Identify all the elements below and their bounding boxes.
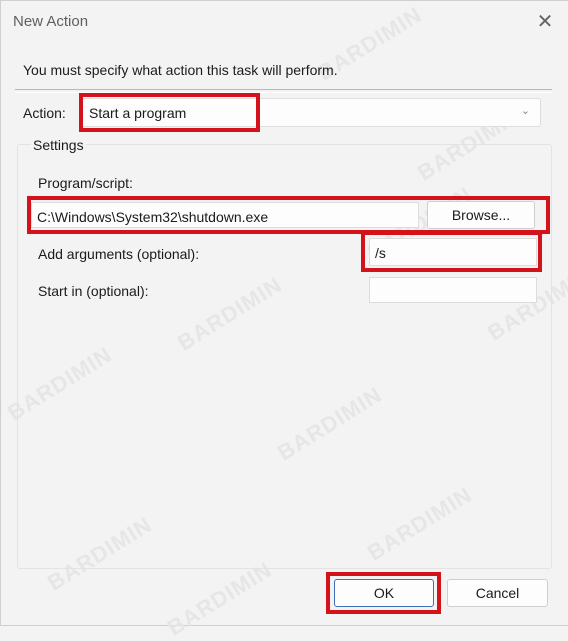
arguments-value: /s	[375, 245, 386, 261]
watermark: BARDIMIN	[163, 556, 277, 641]
ok-button[interactable]: OK	[334, 579, 434, 607]
program-script-value: C:\Windows\System32\shutdown.exe	[37, 209, 269, 225]
program-script-input[interactable]: C:\Windows\System32\shutdown.exe	[31, 202, 419, 228]
program-script-label: Program/script:	[38, 175, 133, 191]
action-dropdown-value: Start a program	[89, 105, 187, 121]
arguments-label: Add arguments (optional):	[38, 246, 200, 262]
title-bar: New Action ✕	[1, 1, 568, 43]
separator	[15, 89, 552, 93]
new-action-dialog: New Action ✕ BARDIMIN BARDIMIN BARDIMIN …	[0, 0, 568, 640]
chevron-down-icon: ⌄	[520, 105, 530, 117]
action-dropdown[interactable]: Start a program ⌄	[81, 98, 541, 127]
close-icon[interactable]: ✕	[532, 9, 558, 35]
action-label: Action:	[23, 105, 66, 121]
instruction-text: You must specify what action this task w…	[23, 62, 338, 78]
start-in-input[interactable]	[369, 277, 537, 303]
browse-button[interactable]: Browse...	[427, 201, 535, 229]
settings-title: Settings	[31, 137, 86, 153]
arguments-input[interactable]: /s	[369, 238, 537, 266]
cancel-button[interactable]: Cancel	[447, 579, 548, 607]
window-title: New Action	[13, 13, 89, 30]
start-in-label: Start in (optional):	[38, 283, 149, 299]
